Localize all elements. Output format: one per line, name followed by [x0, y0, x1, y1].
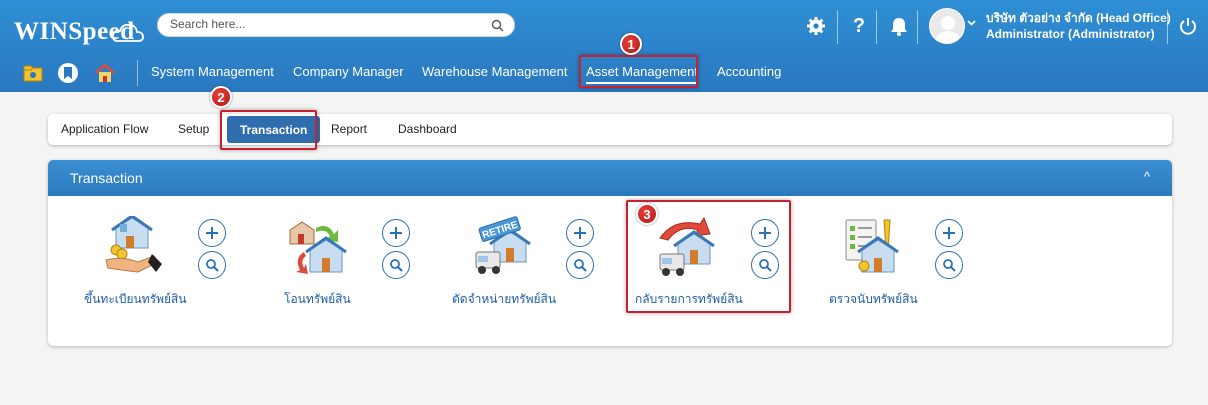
step-badge: 3 — [636, 203, 658, 225]
search-icon — [206, 259, 219, 272]
user-company: บริษัท ตัวอย่าง จำกัด (Head Office) — [986, 11, 1171, 25]
add-register-button[interactable] — [198, 219, 226, 247]
app-logo[interactable]: WINSpeed — [14, 18, 144, 46]
plus-icon — [574, 227, 586, 239]
add-transfer-button[interactable] — [382, 219, 410, 247]
folder-icon[interactable] — [22, 62, 44, 84]
item-count-label[interactable]: ตรวจนับทรัพย์สิน — [829, 290, 918, 309]
search-retire-button[interactable] — [566, 251, 594, 279]
avatar[interactable] — [929, 8, 965, 44]
sub-tab-bar: Application Flow Setup Transaction Repor… — [48, 114, 1172, 145]
highlight-box — [220, 110, 317, 150]
gear-icon[interactable] — [804, 14, 828, 38]
nav-accounting[interactable]: Accounting — [717, 64, 781, 79]
transaction-panel: Transaction ^ ขึ้นทะเบียนทรัพย์สิน โอนทร… — [48, 160, 1172, 346]
panel-header[interactable]: Transaction ^ — [48, 160, 1172, 196]
chevron-down-icon[interactable] — [964, 16, 978, 30]
nav-warehouse-management[interactable]: Warehouse Management — [422, 64, 568, 79]
search-icon[interactable] — [491, 19, 504, 32]
item-register-label[interactable]: ขึ้นทะเบียนทรัพย์สิน — [84, 290, 187, 309]
search-count-button[interactable] — [935, 251, 963, 279]
home-icon[interactable] — [94, 62, 116, 84]
asset-retire-icon[interactable]: RETIRE — [470, 216, 532, 278]
item-retire-label[interactable]: ตัดจำหน่ายทรัพย์สิน — [452, 290, 556, 309]
search-register-button[interactable] — [198, 251, 226, 279]
plus-icon — [390, 227, 402, 239]
bell-icon[interactable] — [887, 14, 911, 38]
panel-title: Transaction — [70, 170, 143, 186]
nav-system-management[interactable]: System Management — [151, 64, 274, 79]
plus-icon — [206, 227, 218, 239]
search-icon — [574, 259, 587, 272]
asset-transfer-icon[interactable] — [286, 216, 348, 278]
user-info[interactable]: บริษัท ตัวอย่าง จำกัด (Head Office) Admi… — [986, 10, 1171, 42]
search-box[interactable] — [157, 13, 515, 37]
tab-setup[interactable]: Setup — [178, 122, 209, 136]
highlight-box — [579, 55, 698, 88]
header-divider — [876, 10, 877, 44]
search-icon — [390, 259, 403, 272]
header-divider — [1167, 10, 1168, 44]
plus-icon — [943, 227, 955, 239]
nav-company-manager[interactable]: Company Manager — [293, 64, 404, 79]
item-transfer-label[interactable]: โอนทรัพย์สิน — [284, 290, 351, 309]
help-icon[interactable]: ? — [847, 14, 871, 38]
tab-dashboard[interactable]: Dashboard — [398, 122, 457, 136]
step-badge: 1 — [620, 33, 642, 55]
chevron-up-icon[interactable]: ^ — [1144, 169, 1150, 184]
step-badge: 2 — [210, 86, 232, 108]
user-name: Administrator (Administrator) — [986, 27, 1155, 41]
header-divider — [837, 10, 838, 44]
asset-count-icon[interactable] — [838, 216, 900, 278]
search-transfer-button[interactable] — [382, 251, 410, 279]
search-input[interactable] — [170, 17, 480, 31]
bookmark-icon[interactable] — [57, 62, 79, 84]
cloud-icon — [111, 23, 144, 42]
nav-divider — [137, 60, 138, 86]
add-retire-button[interactable] — [566, 219, 594, 247]
asset-register-icon[interactable] — [102, 216, 164, 278]
tab-application-flow[interactable]: Application Flow — [61, 122, 148, 136]
tab-report[interactable]: Report — [331, 122, 367, 136]
power-icon[interactable] — [1176, 14, 1200, 38]
add-count-button[interactable] — [935, 219, 963, 247]
header-divider — [917, 10, 918, 44]
search-icon — [943, 259, 956, 272]
